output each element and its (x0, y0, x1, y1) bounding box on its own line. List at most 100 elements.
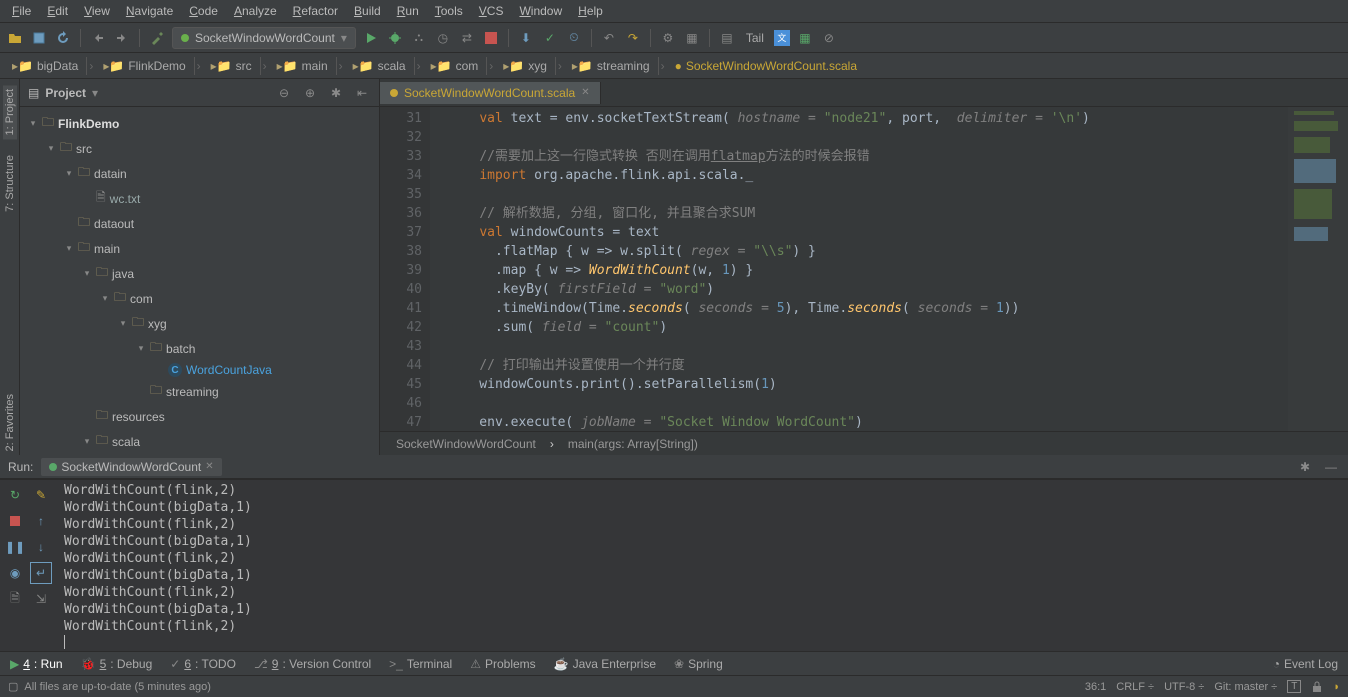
tree-batch[interactable]: ▾🗀 batch (20, 336, 379, 361)
tree-com[interactable]: ▾🗀 com (20, 286, 379, 311)
coverage-icon[interactable]: ⛬ (410, 29, 428, 47)
bottom-5-debug[interactable]: 🐞 5: Debug (81, 657, 153, 671)
tool-icon[interactable]: ⚙ (659, 29, 677, 47)
crumb-bigdata[interactable]: ▸📁 bigData (4, 57, 87, 75)
tail-label[interactable]: Tail (742, 31, 768, 45)
close-icon[interactable]: ✕ (581, 87, 589, 98)
settings-icon[interactable]: ✱ (327, 84, 345, 102)
down-icon[interactable]: ↓ (30, 536, 52, 558)
tree-streaming[interactable]: 🗀 streaming (20, 379, 379, 404)
vcs-commit-icon[interactable]: ✓ (541, 29, 559, 47)
print-icon[interactable]: 🗎 (4, 588, 26, 610)
tree-wordcountjava[interactable]: C WordCountJava (20, 361, 379, 379)
encoding[interactable]: UTF-8 ÷ (1164, 681, 1204, 693)
rail-structure[interactable]: 7: Structure (3, 151, 17, 216)
menu-code[interactable]: Code (183, 2, 224, 20)
hammer-icon[interactable] (148, 29, 166, 47)
back-icon[interactable]: ↶ (600, 29, 618, 47)
code-editor[interactable]: 313233343536373839404142434445464748 val… (380, 107, 1348, 431)
editor-footer-class[interactable]: SocketWindowWordCount (396, 437, 536, 451)
menu-file[interactable]: File (6, 2, 37, 20)
minimap[interactable] (1288, 107, 1348, 431)
tool-icon-4[interactable]: 文 (774, 30, 790, 46)
crumb-socketwindowwordcount-scala[interactable]: ● SocketWindowWordCount.scala (667, 57, 865, 75)
tree-datain[interactable]: ▾🗀 datain (20, 161, 379, 186)
line-separator[interactable]: CRLF ÷ (1116, 681, 1154, 693)
hide-icon[interactable]: ⇤ (353, 84, 371, 102)
undo-icon[interactable] (89, 29, 107, 47)
minimize-icon[interactable]: — (1322, 458, 1340, 476)
run-tab[interactable]: SocketWindowWordCount ✕ (41, 458, 221, 476)
tree-resources[interactable]: 🗀 resources (20, 404, 379, 429)
camera-icon[interactable]: ◉ (4, 562, 26, 584)
tree-xyg[interactable]: ▾🗀 xyg (20, 311, 379, 336)
caret-position[interactable]: 36:1 (1085, 681, 1106, 693)
code-content[interactable]: val text = env.socketTextStream( hostnam… (430, 107, 1288, 431)
run-icon[interactable] (362, 29, 380, 47)
event-log[interactable]: ◔ Event Log (1273, 657, 1338, 671)
bottom-6-todo[interactable]: ✓ 6: TODO (170, 657, 236, 671)
wrap-icon[interactable]: ↵ (30, 562, 52, 584)
run-output[interactable]: WordWithCount(flink,2)WordWithCount(bigD… (56, 480, 1348, 651)
profile-icon[interactable]: ◷ (434, 29, 452, 47)
edit-icon[interactable]: ✎ (30, 484, 52, 506)
crumb-scala[interactable]: ▸📁 scala (345, 57, 415, 75)
bottom-4-run[interactable]: ▶ 4: Run (10, 657, 63, 671)
collapse-icon[interactable]: ⊖ (275, 84, 293, 102)
inspector-icon[interactable]: ◗ (1333, 681, 1340, 693)
bottom-terminal[interactable]: >_ Terminal (389, 657, 452, 671)
run-config-selector[interactable]: SocketWindowWordCount ▾ (172, 27, 356, 49)
gear-icon[interactable]: ✱ (1296, 458, 1314, 476)
tool-icon-2[interactable]: ▦ (683, 29, 701, 47)
crumb-flinkdemo[interactable]: ▸📁 FlinkDemo (95, 57, 194, 75)
refresh-icon[interactable] (54, 29, 72, 47)
tree-main[interactable]: ▾🗀 main (20, 236, 379, 261)
tree-java[interactable]: ▾🗀 java (20, 261, 379, 286)
editor-tab[interactable]: SocketWindowWordCount.scala ✕ (380, 82, 601, 104)
bottom-java-enterprise[interactable]: ☕ Java Enterprise (554, 657, 656, 671)
menu-window[interactable]: Window (513, 2, 568, 20)
save-icon[interactable] (30, 29, 48, 47)
editor-footer-method[interactable]: main(args: Array[String]) (568, 437, 698, 451)
project-tree[interactable]: ▾🗀 FlinkDemo▾🗀 src▾🗀 datain🗎 wc.txt🗀 dat… (20, 107, 379, 455)
rail-favorites[interactable]: 2: Favorites (3, 390, 17, 455)
rail-project[interactable]: 1: Project (3, 85, 17, 139)
git-branch[interactable]: Git: master ÷ (1214, 681, 1277, 693)
tree-src[interactable]: ▾🗀 src (20, 136, 379, 161)
open-icon[interactable] (6, 29, 24, 47)
crumb-streaming[interactable]: ▸📁 streaming (564, 57, 659, 75)
pause-icon[interactable]: ❚❚ (4, 536, 26, 558)
tool-icon-5[interactable]: ▦ (796, 29, 814, 47)
menu-build[interactable]: Build (348, 2, 387, 20)
menu-view[interactable]: View (78, 2, 116, 20)
forward-icon[interactable]: ↷ (624, 29, 642, 47)
crumb-xyg[interactable]: ▸📁 xyg (495, 57, 556, 75)
menu-run[interactable]: Run (391, 2, 425, 20)
menu-analyze[interactable]: Analyze (228, 2, 283, 20)
vcs-update-icon[interactable]: ⬇ (517, 29, 535, 47)
tree-flinkdemo[interactable]: ▾🗀 FlinkDemo (20, 111, 379, 136)
rerun-icon[interactable]: ↻ (4, 484, 26, 506)
menu-tools[interactable]: Tools (429, 2, 469, 20)
locate-icon[interactable]: ⊕ (301, 84, 319, 102)
redo-icon[interactable] (113, 29, 131, 47)
tool-icon-3[interactable]: ▤ (718, 29, 736, 47)
debug-icon[interactable] (386, 29, 404, 47)
menu-help[interactable]: Help (572, 2, 609, 20)
crumb-com[interactable]: ▸📁 com (423, 57, 488, 75)
vcs-history-icon[interactable]: ⏲ (565, 29, 583, 47)
menu-vcs[interactable]: VCS (473, 2, 510, 20)
crumb-src[interactable]: ▸📁 src (203, 57, 261, 75)
status-icon[interactable]: ▢ (8, 680, 18, 693)
menu-refactor[interactable]: Refactor (287, 2, 344, 20)
tool-icon-6[interactable]: ⊘ (820, 29, 838, 47)
tree-scala[interactable]: ▾🗀 scala (20, 429, 379, 454)
bottom-spring[interactable]: ❀ Spring (674, 657, 723, 671)
export-icon[interactable]: ⇲ (30, 588, 52, 610)
stop-run-icon[interactable] (4, 510, 26, 532)
up-icon[interactable]: ↑ (30, 510, 52, 532)
menu-edit[interactable]: Edit (41, 2, 74, 20)
tree-dataout[interactable]: 🗀 dataout (20, 211, 379, 236)
bottom-problems[interactable]: ⚠ Problems (470, 657, 535, 671)
bottom-9-version-control[interactable]: ⎇ 9: Version Control (254, 657, 371, 671)
